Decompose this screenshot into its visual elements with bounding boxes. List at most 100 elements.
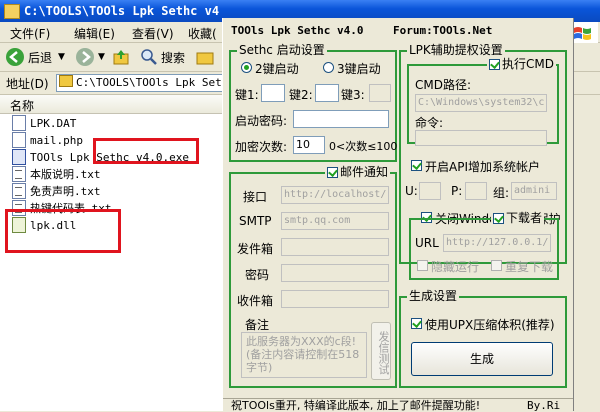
encrypt-count-input[interactable]: 10 [293,136,325,154]
file-name: 免责声明.txt [30,185,101,198]
key1-input[interactable] [261,84,285,102]
back-arrow-icon [6,48,24,66]
exec-cmd-checkbox[interactable]: 执行CMD [487,58,556,71]
checkbox-box [489,59,500,70]
cmd-path-input[interactable]: C:\Windows\system32\c [415,94,547,112]
mail-password-input[interactable] [281,264,389,282]
generate-button[interactable]: 生成 [411,342,553,376]
radio-2key[interactable] [241,62,252,73]
downloader-group: 下载者 URL http://127.0.0.1/ 隐藏运行 重复下载 [409,212,559,280]
list-item[interactable]: LPK.DAT [12,115,76,131]
search-label: 搜索 [161,50,186,65]
upx-checkbox[interactable] [411,318,422,329]
status-author: By.Ri [527,399,561,412]
list-item[interactable]: mail.php [12,132,83,148]
sethc-group-label: Sethc 启动设置 [237,43,327,57]
smtp-label: SMTP [239,214,272,228]
remark-textarea[interactable]: 此服务器为XXX的c段!(备注内容请控制在518字节) [241,332,367,378]
key1-label: 键1: [235,88,259,102]
address-value: C:\TOOLS\TOOls Lpk Sethc [76,76,228,89]
radio-3key-label: 3键启动 [337,62,381,76]
receiver-label: 收件箱 [237,294,274,308]
list-item[interactable]: 本版说明.txt [12,166,101,182]
send-test-button[interactable]: 发信测试 [371,322,391,380]
api-account-label: 开启API增加系统帐户 [425,160,540,174]
downloader-label: 下载者 [506,211,543,225]
checkbox-box [493,213,504,224]
repeat-download-label: 重复下载 [505,260,554,274]
exec-cmd-group: 执行CMD CMD路径: C:\Windows\system32\c 命令: [407,58,559,146]
menu-view[interactable]: 查看(V) [132,25,174,42]
menu-edit[interactable]: 编辑(E) [74,25,115,42]
document-icon [12,115,26,131]
exe-icon [12,149,26,165]
key2-label: 键2: [289,88,313,102]
chevron-down-icon[interactable]: ▼ [58,52,65,62]
start-password-input[interactable] [293,110,389,128]
tool-title-bar[interactable]: TOOls Lpk Sethc v4.0 Forum:TOOls.Net [223,18,573,42]
remark-label: 备注 [245,318,270,332]
radio-3key[interactable] [323,62,334,73]
hidden-run-checkbox[interactable] [417,260,428,271]
explorer-title: C:\TOOLS\TOOls Lpk Sethc v4 [24,4,220,18]
hidden-run-label: 隐藏运行 [431,260,480,274]
search-button[interactable]: 搜索 [140,47,185,67]
list-item[interactable]: 免责声明.txt [12,183,101,199]
smtp-input[interactable]: smtp.qq.com [281,212,389,230]
chevron-down-icon[interactable]: ▼ [98,52,105,62]
key2-input[interactable] [315,84,339,102]
encrypt-count-label: 加密次数: [235,140,288,154]
status-bar: 祝TOOls重开, 特编译此版本, 加上了邮件提醒功能! By.Ri [223,398,573,412]
url-label: URL [415,236,439,250]
folder-icon [59,75,73,87]
tool-title: TOOls Lpk Sethc v4.0 [231,24,364,37]
group-input[interactable]: admini [511,182,557,200]
text-file-icon [12,166,26,182]
sender-label: 发件箱 [237,242,274,256]
repeat-download-checkbox[interactable] [491,260,502,271]
mail-password-label: 密码 [245,268,270,282]
back-button[interactable]: 后退 ▼ [6,47,65,67]
lpk-group-label: LPK辅助提权设置 [407,43,505,57]
receiver-input[interactable] [281,290,389,308]
file-name: mail.php [30,133,83,147]
api-account-checkbox[interactable] [411,160,422,171]
forward-arrow-icon [76,48,94,66]
key3-label: 键3: [341,88,365,102]
column-header-name[interactable]: 名称 [0,95,222,114]
document-icon [12,132,26,148]
address-label: 地址(D) [6,77,49,91]
menu-file[interactable]: 文件(F) [10,25,50,42]
folders-button[interactable] [196,47,214,67]
forward-button[interactable]: ▼ [76,47,105,67]
folder-up-icon [113,50,129,65]
folder-icon [4,4,20,19]
command-label: 命令: [415,116,444,130]
text-file-icon [12,183,26,199]
menu-favorites[interactable]: 收藏( [188,25,217,42]
address-input[interactable]: C:\TOOLS\TOOls Lpk Sethc [56,74,228,92]
downloader-checkbox[interactable]: 下载者 [491,211,545,225]
pass-input[interactable] [465,182,487,200]
sender-input[interactable] [281,238,389,256]
mail-notify-checkbox[interactable]: 邮件通知 [325,165,391,179]
cmd-path-label: CMD路径: [415,78,472,92]
sethc-settings-group: Sethc 启动设置 2键启动 3键启动 键1: 键2: 键3: 启动密码: 加… [229,44,397,162]
radio-2key-label: 2键启动 [255,62,299,76]
highlight-box-exe [93,138,199,164]
url-input[interactable]: http://127.0.0.1/ [443,234,551,252]
user-label: U: [405,184,418,198]
start-password-label: 启动密码: [235,114,288,128]
mail-notify-label: 邮件通知 [340,165,389,179]
generate-group-label: 生成设置 [407,289,460,303]
port-label: 接口 [243,190,268,204]
up-folder-button[interactable] [112,47,130,67]
key3-input[interactable] [369,84,391,102]
highlight-box-dll [5,209,121,253]
command-input[interactable] [415,130,547,146]
search-icon [141,49,157,65]
user-input[interactable] [419,182,441,200]
port-input[interactable]: http://localhost/ [281,186,389,204]
file-name: LPK.DAT [30,116,77,130]
tool-forum: Forum:TOOls.Net [393,24,493,37]
